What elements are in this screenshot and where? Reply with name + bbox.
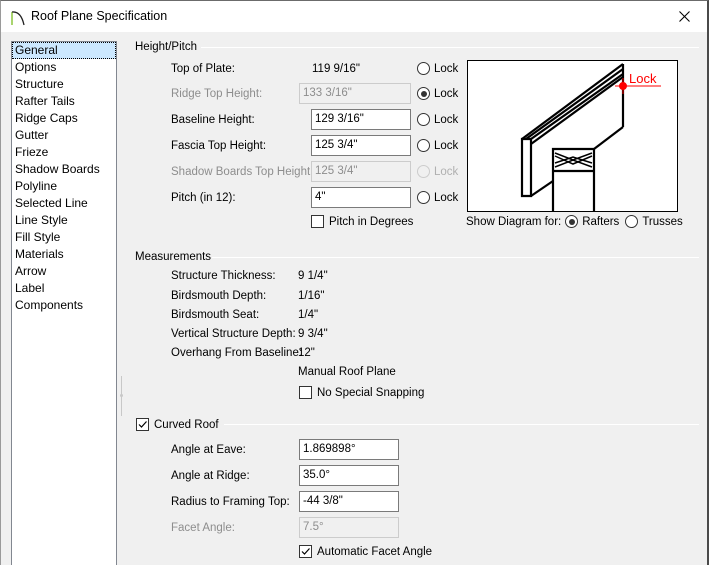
pitch-label: Pitch (in 12): [171,192,236,204]
structure-thickness-value: 9 1/4" [298,270,328,282]
manual-roof-plane-text: Manual Roof Plane [298,366,396,378]
birdsmouth-seat-label: Birdsmouth Seat: [171,309,260,321]
vertical-structure-depth-value: 9 3/4" [298,328,328,340]
sidebar-item-line-style[interactable]: Line Style [12,212,116,229]
sidebar-item-structure[interactable]: Structure [12,76,116,93]
radius-to-framing-top-label: Radius to Framing Top: [171,496,290,508]
fascia-top-height-label: Fascia Top Height: [171,140,267,152]
overhang-from-baseline-value: 12" [298,347,315,359]
angle-at-ridge-input[interactable]: 35.0° [299,465,399,486]
height-pitch-header: Height/Pitch [135,41,198,53]
ridge-top-height-label: Ridge Top Height: [171,88,263,100]
sidebar-item-selected-line[interactable]: Selected Line [12,195,116,212]
sidebar-item-polyline[interactable]: Polyline [12,178,116,195]
top-of-plate-value: 119 9/16" [312,63,360,75]
window-title: Roof Plane Specification [31,9,168,23]
close-x-icon [678,11,690,22]
no-special-snapping-checkbox[interactable]: No Special Snapping [299,386,424,399]
sidebar-item-general[interactable]: General [12,42,116,59]
angle-at-eave-input[interactable]: 1.869898° [299,439,399,460]
shadow-boards-top-height-label: Shadow Boards Top Height: [171,166,314,178]
close-button[interactable] [661,1,707,32]
top-of-plate-lock-radio[interactable]: Lock [417,62,458,75]
checkbox-unchecked-icon [311,215,324,228]
angle-at-eave-label: Angle at Eave: [171,444,246,456]
structure-thickness-label: Structure Thickness: [171,270,276,282]
baseline-height-label: Baseline Height: [171,114,255,126]
sidebar-item-frieze[interactable]: Frieze [12,144,116,161]
baseline-height-lock-radio[interactable]: Lock [417,113,458,126]
checkbox-checked-icon [136,418,149,431]
curved-roof-checkbox[interactable]: Curved Roof [136,418,219,431]
rafters-radio-label[interactable]: Rafters [582,216,619,228]
sidebar-item-rafter-tails[interactable]: Rafter Tails [12,93,116,110]
automatic-facet-angle-checkbox[interactable]: Automatic Facet Angle [299,545,432,558]
sidebar-item-materials[interactable]: Materials [12,246,116,263]
checkbox-checked-icon [299,545,312,558]
roof-plane-dialog: Roof Plane Specification General Options… [0,0,709,565]
sidebar-item-fill-style[interactable]: Fill Style [12,229,116,246]
pitch-input[interactable]: 4" [311,187,411,208]
checkbox-unchecked-icon [299,386,312,399]
sidebar-item-shadow-boards[interactable]: Shadow Boards [12,161,116,178]
sidebar-item-components[interactable]: Components [12,297,116,314]
title-bar: Roof Plane Specification [1,1,707,32]
fascia-top-height-lock-radio[interactable]: Lock [417,139,458,152]
radio-unchecked-icon [417,62,430,75]
sidebar-item-gutter[interactable]: Gutter [12,127,116,144]
radio-disabled-icon [417,165,430,178]
radio-checked-icon [417,87,430,100]
category-list[interactable]: General Options Structure Rafter Tails R… [11,41,117,565]
panel-splitter-handle[interactable] [120,376,123,416]
sidebar-item-arrow[interactable]: Arrow [12,263,116,280]
roof-arc-icon [11,11,25,26]
radius-to-framing-top-input[interactable]: -44 3/8" [299,491,399,512]
height-pitch-divider [201,47,699,48]
pitch-in-degrees-checkbox[interactable]: Pitch in Degrees [311,215,413,228]
sidebar-item-options[interactable]: Options [12,59,116,76]
trusses-radio[interactable] [625,215,639,228]
diagram-lock-annotation: Lock [629,71,657,86]
ridge-top-height-field: 133 3/16" [299,83,411,104]
rafters-radio[interactable] [565,215,579,228]
facet-angle-field: 7.5° [299,517,399,538]
radio-unchecked-icon [417,113,430,126]
birdsmouth-depth-label: Birdsmouth Depth: [171,290,267,302]
measurements-divider [212,257,699,258]
angle-at-ridge-label: Angle at Ridge: [171,470,250,482]
trusses-radio-label[interactable]: Trusses [642,216,682,228]
curved-roof-divider [224,424,699,425]
ridge-top-height-lock-radio[interactable]: Lock [417,87,458,100]
radio-unchecked-icon [417,139,430,152]
shadow-boards-top-height-lock-radio: Lock [417,165,458,178]
birdsmouth-depth-value: 1/16" [298,290,325,302]
overhang-from-baseline-label: Overhang From Baseline: [171,347,303,359]
roof-diagram: Lock [467,60,678,212]
show-diagram-for: Show Diagram for: Rafters Trusses [466,215,683,228]
measurements-header: Measurements [135,251,212,263]
shadow-boards-top-height-field: 125 3/4" [311,161,411,182]
pitch-lock-radio[interactable]: Lock [417,191,458,204]
vertical-structure-depth-label: Vertical Structure Depth: [171,328,296,340]
sidebar-item-ridge-caps[interactable]: Ridge Caps [12,110,116,127]
fascia-top-height-input[interactable]: 125 3/4" [311,135,411,156]
birdsmouth-seat-value: 1/4" [298,309,319,321]
rafter-diagram-graphic: Lock [520,63,661,211]
sidebar-item-label[interactable]: Label [12,280,116,297]
baseline-height-input[interactable]: 129 3/16" [311,109,411,130]
facet-angle-label: Facet Angle: [171,522,235,534]
top-of-plate-label: Top of Plate: [171,63,235,75]
radio-unchecked-icon [417,191,430,204]
